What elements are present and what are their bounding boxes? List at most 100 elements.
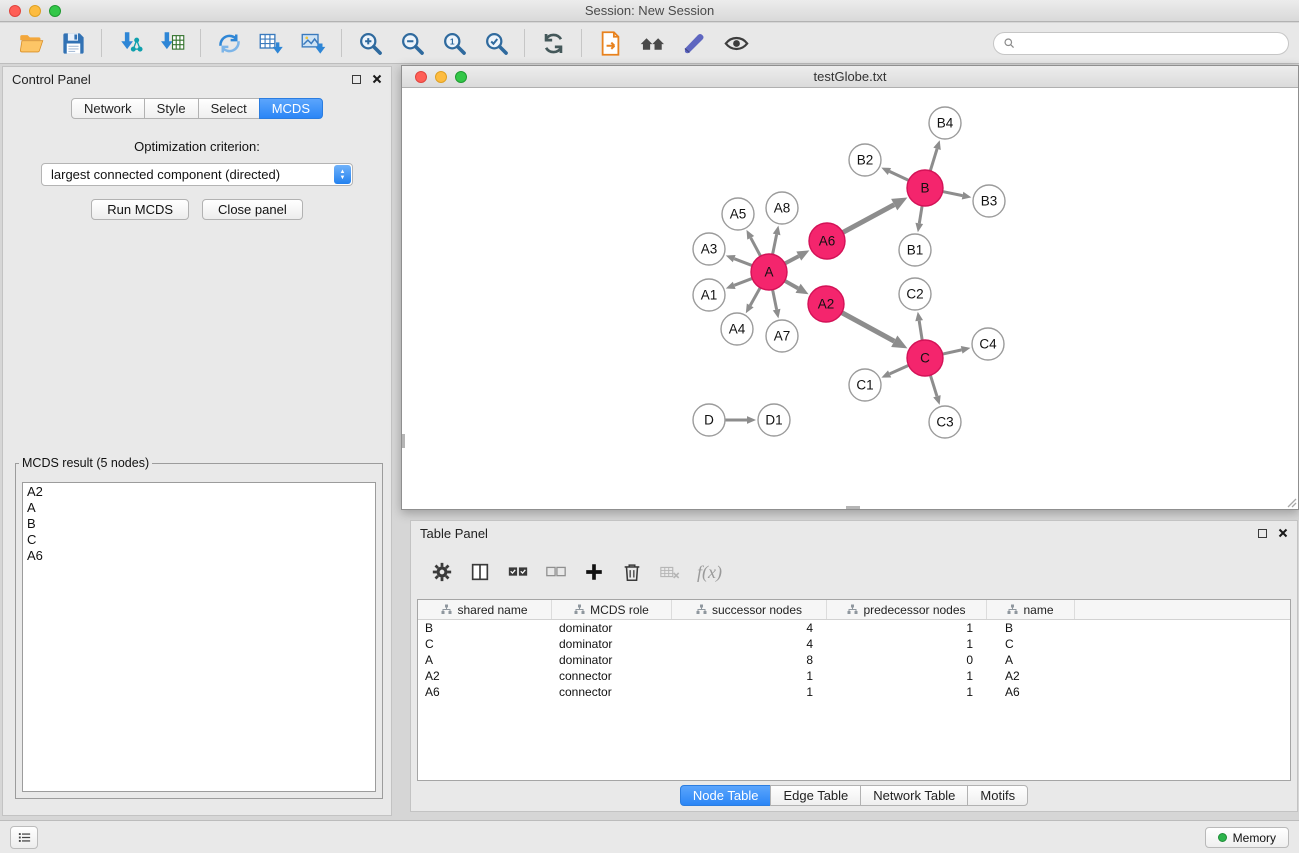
node-A7[interactable]: A7 bbox=[766, 320, 798, 352]
table-cell[interactable]: A2 bbox=[418, 669, 552, 683]
column-visibility-button[interactable] bbox=[469, 561, 491, 583]
node-A3[interactable]: A3 bbox=[693, 233, 725, 265]
table-cell[interactable]: 1 bbox=[827, 621, 987, 635]
tab-mcds[interactable]: MCDS bbox=[259, 98, 323, 119]
zoom-window-button[interactable] bbox=[49, 5, 61, 17]
column-header-mcds-role[interactable]: MCDS role bbox=[552, 600, 672, 619]
edge-B-B4[interactable] bbox=[930, 149, 937, 171]
minimize-network-window-button[interactable] bbox=[435, 71, 447, 83]
edge-A-A6[interactable] bbox=[785, 256, 799, 263]
table-cell[interactable]: A bbox=[987, 653, 1075, 667]
open-session-button[interactable] bbox=[10, 26, 52, 60]
search-input[interactable] bbox=[1021, 35, 1279, 51]
edge-C-C3[interactable] bbox=[930, 375, 937, 396]
annotation-paint-button[interactable] bbox=[673, 26, 715, 60]
column-header-successor-nodes[interactable]: successor nodes bbox=[672, 600, 827, 619]
table-cell[interactable]: 1 bbox=[827, 685, 987, 699]
node-C3[interactable]: C3 bbox=[929, 406, 961, 438]
edge-C-C4[interactable] bbox=[943, 350, 962, 354]
float-table-panel-button[interactable] bbox=[1258, 529, 1267, 538]
table-cell[interactable]: dominator bbox=[552, 637, 672, 651]
node-A1[interactable]: A1 bbox=[693, 279, 725, 311]
node-B3[interactable]: B3 bbox=[973, 185, 1005, 217]
table-cell[interactable]: A6 bbox=[987, 685, 1075, 699]
tab-style[interactable]: Style bbox=[144, 98, 199, 119]
result-item[interactable]: A2 bbox=[27, 484, 371, 500]
node-A5[interactable]: A5 bbox=[722, 198, 754, 230]
table-cell[interactable]: B bbox=[418, 621, 552, 635]
table-cell[interactable]: connector bbox=[552, 685, 672, 699]
tab-motifs[interactable]: Motifs bbox=[967, 785, 1028, 806]
tab-network[interactable]: Network bbox=[71, 98, 145, 119]
save-session-button[interactable] bbox=[52, 26, 94, 60]
home-networks-button[interactable] bbox=[631, 26, 673, 60]
task-history-button[interactable] bbox=[10, 826, 38, 849]
deselect-all-rows-button[interactable] bbox=[545, 561, 567, 583]
export-image-button[interactable] bbox=[292, 26, 334, 60]
network-window-titlebar[interactable]: testGlobe.txt bbox=[402, 66, 1298, 88]
close-network-window-button[interactable] bbox=[415, 71, 427, 83]
column-header-shared-name[interactable]: shared name bbox=[418, 600, 552, 619]
table-cell[interactable]: 1 bbox=[827, 669, 987, 683]
export-document-button[interactable] bbox=[589, 26, 631, 60]
table-cell[interactable]: 0 bbox=[827, 653, 987, 667]
result-item[interactable]: C bbox=[27, 532, 371, 548]
table-cell[interactable]: A bbox=[418, 653, 552, 667]
node-B1[interactable]: B1 bbox=[899, 234, 931, 266]
table-cell[interactable]: dominator bbox=[552, 621, 672, 635]
zoom-out-button[interactable] bbox=[391, 26, 433, 60]
edge-A2-C[interactable] bbox=[842, 313, 894, 342]
table-row[interactable]: A2connector11A2 bbox=[418, 668, 1290, 684]
import-table-button[interactable] bbox=[151, 26, 193, 60]
table-row[interactable]: Adominator80A bbox=[418, 652, 1290, 668]
node-D1[interactable]: D1 bbox=[758, 404, 790, 436]
edge-B-B3[interactable] bbox=[943, 192, 963, 196]
close-table-panel-button[interactable] bbox=[1278, 528, 1288, 538]
edge-A6-B[interactable] bbox=[843, 205, 894, 233]
delete-rows-button[interactable] bbox=[621, 561, 643, 583]
node-A8[interactable]: A8 bbox=[766, 192, 798, 224]
result-item[interactable]: A6 bbox=[27, 548, 371, 564]
edge-A-A5[interactable] bbox=[751, 238, 761, 256]
float-control-panel-button[interactable] bbox=[352, 75, 361, 84]
select-all-rows-button[interactable] bbox=[507, 561, 529, 583]
mcds-result-list[interactable]: A2ABCA6 bbox=[22, 482, 376, 792]
node-C4[interactable]: C4 bbox=[972, 328, 1004, 360]
table-cell[interactable]: dominator bbox=[552, 653, 672, 667]
table-cell[interactable]: B bbox=[987, 621, 1075, 635]
export-table-button[interactable] bbox=[250, 26, 292, 60]
tab-network-table[interactable]: Network Table bbox=[860, 785, 968, 806]
table-cell[interactable]: C bbox=[418, 637, 552, 651]
table-settings-button[interactable] bbox=[431, 561, 453, 583]
run-mcds-button[interactable]: Run MCDS bbox=[91, 199, 189, 220]
canvas-scroll-handle-vertical[interactable] bbox=[402, 434, 405, 448]
result-item[interactable]: A bbox=[27, 500, 371, 516]
node-D[interactable]: D bbox=[693, 404, 725, 436]
function-builder-button[interactable]: f(x) bbox=[697, 562, 722, 583]
node-B4[interactable]: B4 bbox=[929, 107, 961, 139]
close-window-button[interactable] bbox=[9, 5, 21, 17]
result-item[interactable]: B bbox=[27, 516, 371, 532]
node-C2[interactable]: C2 bbox=[899, 278, 931, 310]
zoom-network-window-button[interactable] bbox=[455, 71, 467, 83]
node-B[interactable]: B bbox=[907, 170, 943, 206]
edge-B-B1[interactable] bbox=[919, 206, 922, 224]
node-A2[interactable]: A2 bbox=[808, 286, 844, 322]
network-canvas[interactable]: B4B2BB3A8A5A6A3B1AC2A1A2A4A7C4CC1C3DD1 bbox=[402, 89, 1298, 509]
table-cell[interactable]: 4 bbox=[672, 637, 827, 651]
node-A[interactable]: A bbox=[751, 254, 787, 290]
import-network-button[interactable] bbox=[109, 26, 151, 60]
show-hide-details-button[interactable] bbox=[715, 26, 757, 60]
resize-grip-icon[interactable] bbox=[1285, 496, 1297, 508]
canvas-scroll-handle-horizontal[interactable] bbox=[846, 506, 860, 509]
memory-button[interactable]: Memory bbox=[1205, 827, 1289, 848]
table-cell[interactable]: A2 bbox=[987, 669, 1075, 683]
edge-C-C1[interactable] bbox=[890, 365, 909, 374]
edge-C-C2[interactable] bbox=[919, 321, 922, 341]
table-cell[interactable]: 1 bbox=[672, 669, 827, 683]
column-header-name[interactable]: name bbox=[987, 600, 1075, 619]
table-cell[interactable]: connector bbox=[552, 669, 672, 683]
search-box[interactable] bbox=[993, 32, 1289, 55]
tab-node-table[interactable]: Node Table bbox=[680, 785, 772, 806]
edge-A-A2[interactable] bbox=[785, 281, 798, 289]
